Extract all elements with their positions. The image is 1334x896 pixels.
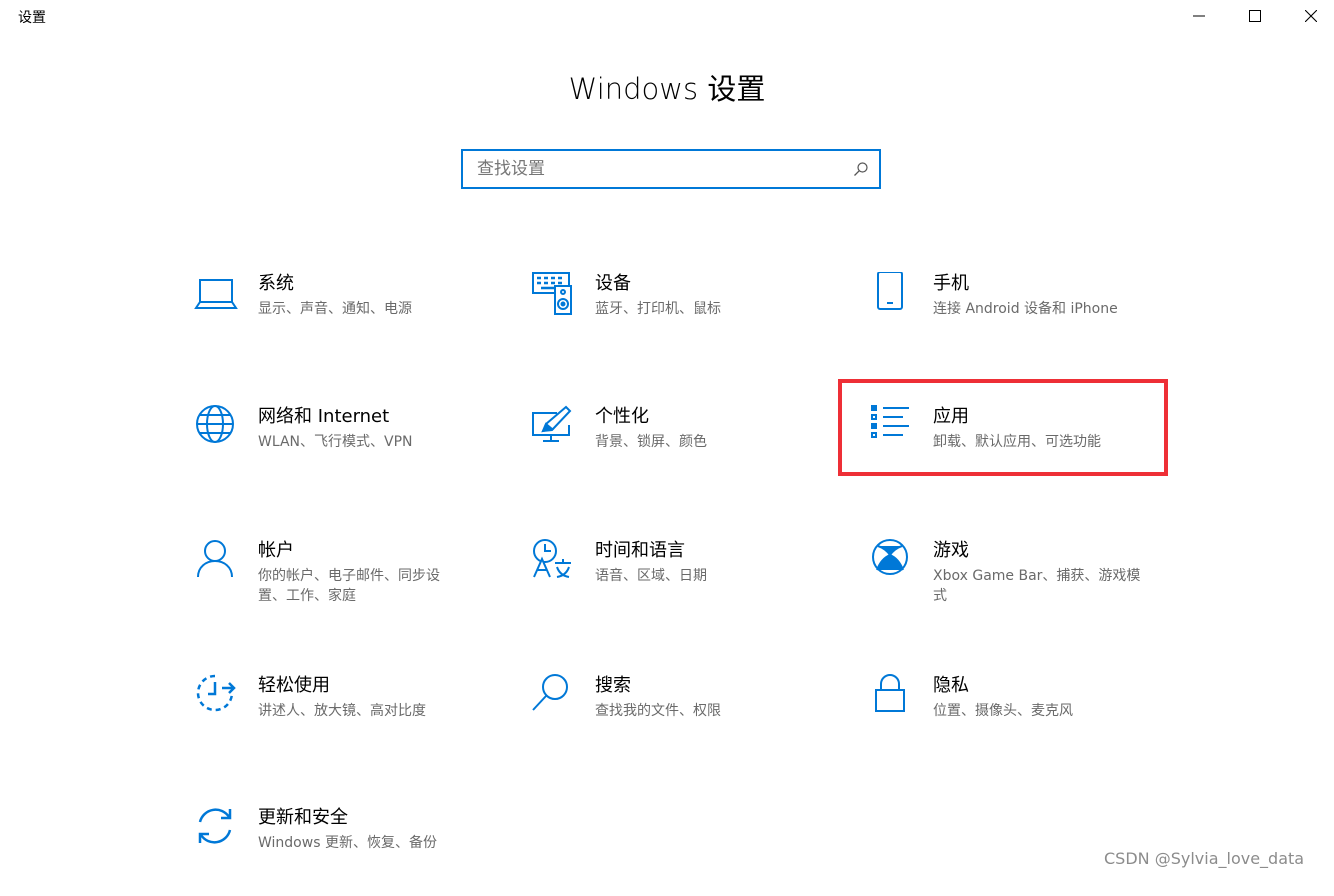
tile-accounts-desc: 你的帐户、电子邮件、同步设置、工作、家庭: [258, 568, 440, 604]
tile-update-security[interactable]: 更新和安全 Windows 更新、恢复、备份: [194, 806, 514, 896]
minimize-button[interactable]: [1176, 0, 1222, 32]
search-input[interactable]: [477, 151, 837, 187]
tile-privacy-title: 隐私: [933, 675, 969, 696]
close-icon: [1305, 10, 1317, 22]
tile-accounts[interactable]: 帐户 你的帐户、电子邮件、同步设置、工作、家庭: [194, 539, 514, 629]
tile-search-title: 搜索: [595, 675, 631, 696]
tile-phone-title: 手机: [933, 273, 969, 294]
tile-personalization[interactable]: 个性化 背景、锁屏、颜色: [531, 405, 851, 495]
maximize-icon: [1249, 10, 1261, 22]
tile-ease-of-access[interactable]: 轻松使用 讲述人、放大镜、高对比度: [194, 674, 514, 764]
personalization-icon: [531, 405, 575, 449]
search-magnifier-icon: [531, 674, 575, 718]
search-box[interactable]: [461, 149, 881, 189]
tile-devices-title: 设备: [595, 273, 631, 294]
tile-apps[interactable]: 应用 卸载、默认应用、可选功能: [869, 405, 1189, 495]
tile-time-language-title: 时间和语言: [595, 540, 685, 561]
tile-time-language[interactable]: 时间和语言 语音、区域、日期: [531, 539, 851, 629]
devices-icon: [531, 272, 575, 316]
tile-gaming-desc: Xbox Game Bar、捕获、游戏模式: [933, 568, 1141, 604]
tile-apps-desc: 卸载、默认应用、可选功能: [933, 434, 1101, 450]
tile-search[interactable]: 搜索 查找我的文件、权限: [531, 674, 851, 764]
tile-system-desc: 显示、声音、通知、电源: [258, 301, 412, 317]
close-button[interactable]: [1288, 0, 1334, 32]
page-title: Windows 设置: [568, 72, 766, 106]
maximize-button[interactable]: [1232, 0, 1278, 32]
tile-network-title: 网络和 Internet: [258, 406, 390, 427]
tile-devices-desc: 蓝牙、打印机、鼠标: [595, 301, 721, 317]
tile-update-security-title: 更新和安全: [258, 807, 348, 828]
person-icon: [194, 539, 238, 583]
tile-apps-title: 应用: [933, 406, 969, 427]
tile-update-security-desc: Windows 更新、恢复、备份: [258, 835, 437, 851]
tile-network[interactable]: 网络和 Internet WLAN、飞行模式、VPN: [194, 405, 514, 495]
tile-network-desc: WLAN、飞行模式、VPN: [258, 434, 413, 450]
tile-personalization-title: 个性化: [595, 406, 649, 427]
globe-icon: [194, 405, 238, 449]
lock-icon: [869, 674, 913, 718]
laptop-icon: [194, 272, 238, 316]
tile-system[interactable]: 系统 显示、声音、通知、电源: [194, 272, 514, 362]
ease-of-access-icon: [194, 674, 238, 718]
tile-accounts-title: 帐户: [258, 540, 294, 561]
tile-ease-of-access-desc: 讲述人、放大镜、高对比度: [258, 703, 426, 719]
tile-time-language-desc: 语音、区域、日期: [595, 568, 707, 584]
minimize-icon: [1193, 15, 1205, 17]
tile-ease-of-access-title: 轻松使用: [258, 675, 330, 696]
tile-phone-desc: 连接 Android 设备和 iPhone: [933, 301, 1118, 317]
tile-gaming-title: 游戏: [933, 540, 969, 561]
tile-search-desc: 查找我的文件、权限: [595, 703, 721, 719]
tile-phone[interactable]: 手机 连接 Android 设备和 iPhone: [869, 272, 1189, 362]
tile-system-title: 系统: [258, 273, 294, 294]
watermark: CSDN @Sylvia_love_data: [1104, 849, 1305, 868]
time-language-icon: [531, 539, 575, 583]
window-title: 设置: [18, 10, 46, 26]
xbox-icon: [869, 539, 913, 583]
phone-icon: [869, 272, 913, 316]
tile-privacy-desc: 位置、摄像头、麦克风: [933, 703, 1073, 719]
sync-icon: [194, 806, 238, 850]
tile-privacy[interactable]: 隐私 位置、摄像头、麦克风: [869, 674, 1189, 764]
tile-gaming[interactable]: 游戏 Xbox Game Bar、捕获、游戏模式: [869, 539, 1189, 629]
search-icon[interactable]: [853, 161, 869, 177]
tile-devices[interactable]: 设备 蓝牙、打印机、鼠标: [531, 272, 851, 362]
tile-personalization-desc: 背景、锁屏、颜色: [595, 434, 707, 450]
apps-list-icon: [869, 405, 913, 449]
title-bar: 设置: [0, 0, 1334, 32]
